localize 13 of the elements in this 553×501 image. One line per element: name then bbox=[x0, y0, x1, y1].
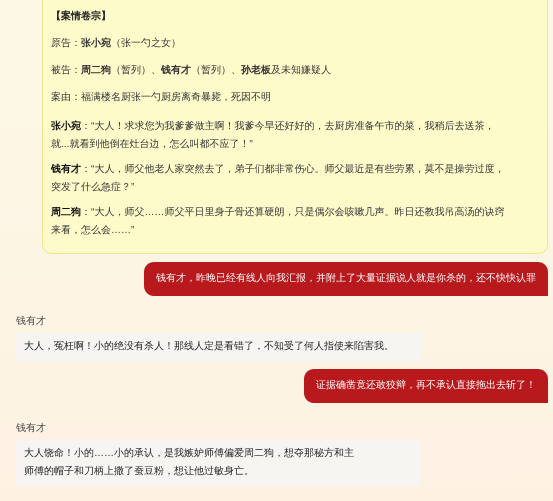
player-message-bubble: 钱有才，昨晚已经有线人向我汇报，并附上了大量证据说人就是你杀的，还不快快认罪 bbox=[144, 262, 548, 296]
speaker-name: 钱有才 bbox=[16, 314, 46, 329]
npc-message-bubble: 大人饶命！小的……小的承认，是我嫉妒师傅偏爱周二狗，想夺那秘方和主 师傅的帽子和刀柄上撒了蚕豆粉，想让他过敏身亡。 bbox=[16, 440, 421, 486]
npc-message-bubble: 大人，冤枉啊！小的绝没有杀人！那线人定是看错了，不知受了何人指使来陷害我。 bbox=[16, 333, 421, 361]
case-file-field: 原告：张小宛（张一勺之女） bbox=[51, 37, 539, 51]
case-file-title: 【案情卷宗】 bbox=[51, 9, 112, 24]
testimony-text: 张小宛：“大人！求求您为我爹爹做主啊！我爹今早还好好的，去厨房准备午市的菜，我稍后去送茶， 就...就看到他倒在灶台边，怎么叫都不应了！” bbox=[51, 120, 496, 152]
case-file-field: 案由：福满楼名厨张一勺厨房离奇暴毙，死因不明 bbox=[51, 91, 539, 105]
testimony-text: 周二狗：“大人，师父……师父平日里身子骨还算硬朗，只是偶尔会咳嗽几声。昨日还教我吊高汤的诀窍 来看，怎么会……” bbox=[51, 206, 506, 238]
case-file-field: 被告：周二狗（暂列）、钱有才（暂列）、孙老板及未知嫌疑人 bbox=[51, 64, 539, 78]
testimony-text: 钱有才：“大人，师父他老人家突然去了，弟子们都非常伤心。师父最近是有些劳累，莫不是操劳过度， 突发了什么急症？” bbox=[51, 162, 506, 195]
player-message-bubble: 证据确凿竟还敢狡辩，再不承认直接拖出去斩了！ bbox=[304, 369, 548, 403]
speaker-name: 钱有才 bbox=[16, 422, 46, 436]
